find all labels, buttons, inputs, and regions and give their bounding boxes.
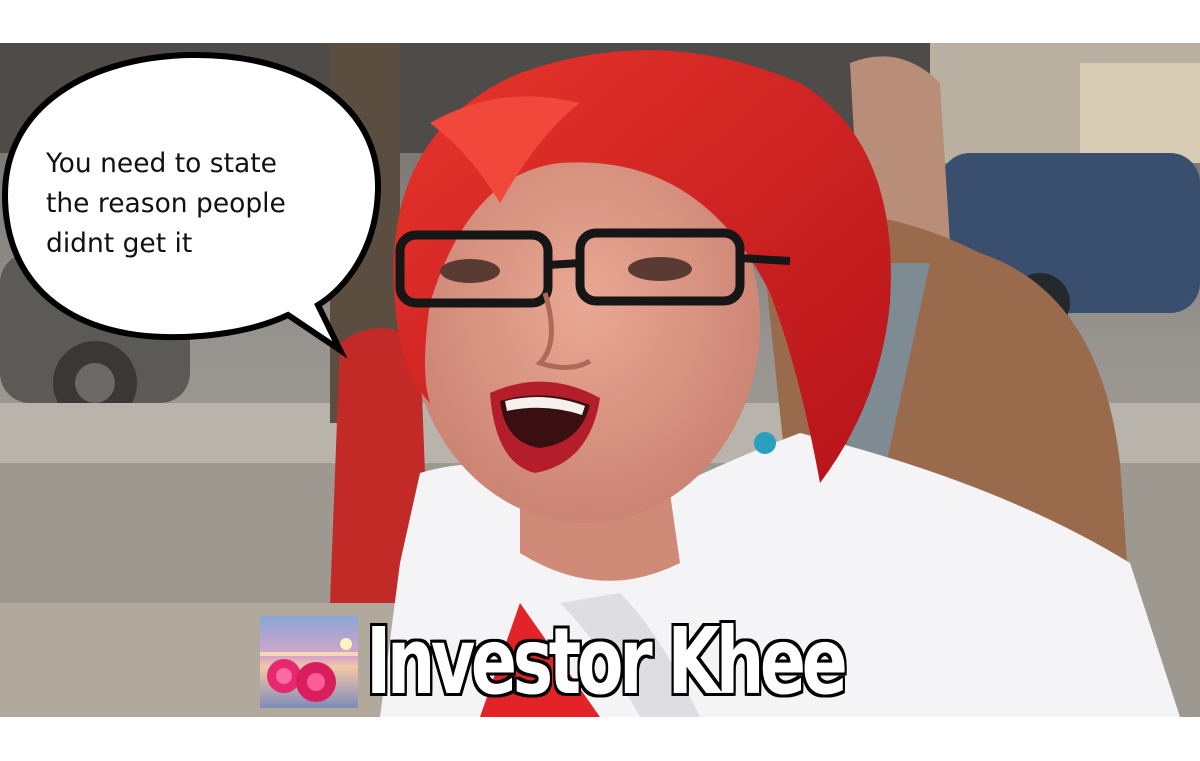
caption-text: Investor Khee — [366, 608, 848, 715]
rose-sunset-thumbnail — [260, 616, 358, 708]
speech-line: You need to state — [46, 148, 277, 179]
watermark-caption: Investor Khee — [260, 614, 1011, 710]
speech-line: the reason people — [46, 188, 286, 219]
speech-bubble-text: You need to state the reason people didn… — [46, 144, 346, 264]
meme-image: You need to state the reason people didn… — [0, 0, 1200, 761]
speech-line: didnt get it — [46, 228, 193, 259]
